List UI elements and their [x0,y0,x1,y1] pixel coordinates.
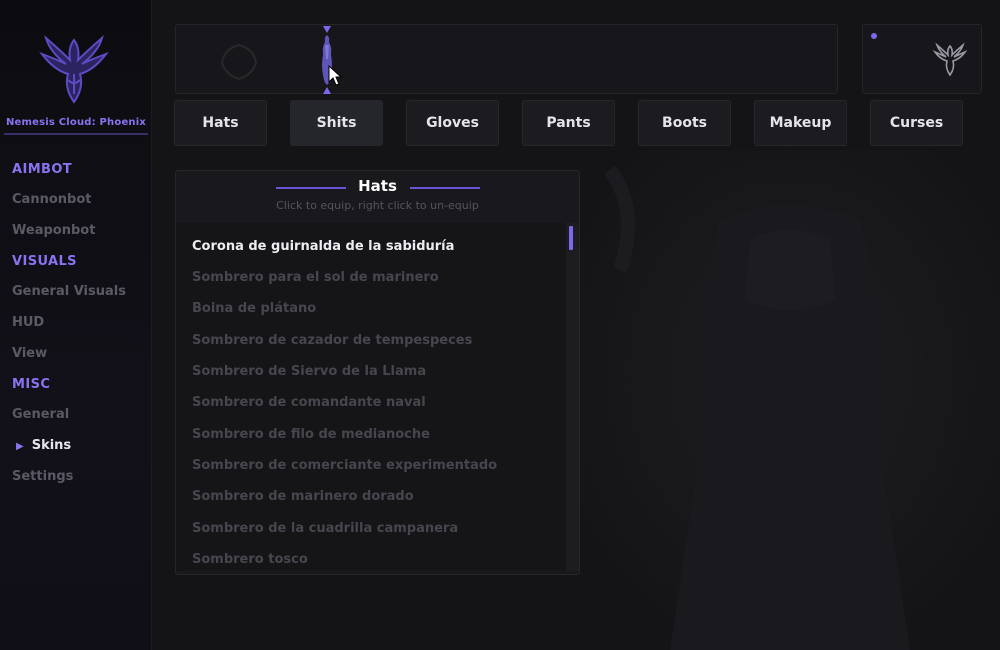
list-item[interactable]: Sombrero de comerciante experimentado [192,458,497,473]
nav-category-visuals: VISUALS [12,254,77,269]
tab-shits[interactable]: Shits [290,100,383,146]
list-item[interactable]: Sombrero de filo de medianoche [192,427,430,442]
background-character-art [580,150,1000,650]
category-tabs: Hats Shits Gloves Pants Boots Makeup Cur… [174,100,974,146]
nav-category-misc: MISC [12,377,51,392]
list-item[interactable]: Sombrero de marinero dorado [192,489,414,504]
brand-name: Nemesis Cloud: Phoenix [5,117,147,128]
sidebar-item-view[interactable]: View [12,344,148,375]
list-item[interactable]: Sombrero de Siervo de la Llama [192,364,426,379]
sidebar-item-weaponbot[interactable]: Weaponbot [12,221,148,252]
list-item[interactable]: Sombrero de cazador de tempespeces [192,333,472,348]
character-slider[interactable] [175,24,838,94]
phoenix-icon [39,35,109,104]
tab-boots[interactable]: Boots [638,100,731,146]
panel-header: Hats Click to equip, right click to un-e… [176,171,579,219]
panel-subtitle: Click to equip, right click to un-equip [276,199,479,212]
sidebar-nav: AIMBOT Cannonbot Weaponbot VISUALS Gener… [12,160,148,498]
tab-makeup[interactable]: Makeup [754,100,847,146]
active-arrow-icon: ▶ [16,441,24,452]
ghost-emblem-icon [220,43,258,81]
sidebar-item-label: Skins [31,438,72,453]
hats-panel: Hats Click to equip, right click to un-e… [175,170,580,575]
title-divider-right [410,187,480,189]
list-item[interactable]: Corona de guirnalda de la sabiduría [192,239,454,254]
list-item[interactable]: Sombrero para el sol de marinero [192,270,439,285]
panel-title: Hats [358,177,397,195]
sidebar: Nemesis Cloud: Phoenix AIMBOT Cannonbot … [0,0,152,650]
list-item[interactable]: Boina de plátano [192,301,316,316]
sidebar-item-cannonbot[interactable]: Cannonbot [12,190,148,221]
tab-curses[interactable]: Curses [870,100,963,146]
tab-pants[interactable]: Pants [522,100,615,146]
tab-hats[interactable]: Hats [174,100,267,146]
list-scrollbar[interactable] [566,223,579,571]
sidebar-item-general-visuals[interactable]: General Visuals [12,282,148,313]
nav-category-aimbot: AIMBOT [12,162,73,177]
sidebar-item-general[interactable]: General [12,405,148,436]
list-item[interactable]: Sombrero de comandante naval [192,395,426,410]
sidebar-item-skins[interactable]: ▶ Skins [12,436,148,467]
brand-divider [4,133,148,135]
sidebar-item-hud[interactable]: HUD [12,313,148,344]
scrollbar-thumb[interactable] [569,226,573,250]
phoenix-emblem-icon [932,42,968,77]
list-item[interactable]: Sombrero tosco [192,552,308,567]
list-item[interactable]: Sombrero de la cuadrilla campanera [192,521,458,536]
mouse-cursor-icon [328,65,343,86]
status-dot-icon [871,33,877,39]
hats-list: Corona de guirnalda de la sabiduría Somb… [176,223,566,571]
character-preview [862,24,982,94]
tab-gloves[interactable]: Gloves [406,100,499,146]
sidebar-item-settings[interactable]: Settings [12,467,148,498]
